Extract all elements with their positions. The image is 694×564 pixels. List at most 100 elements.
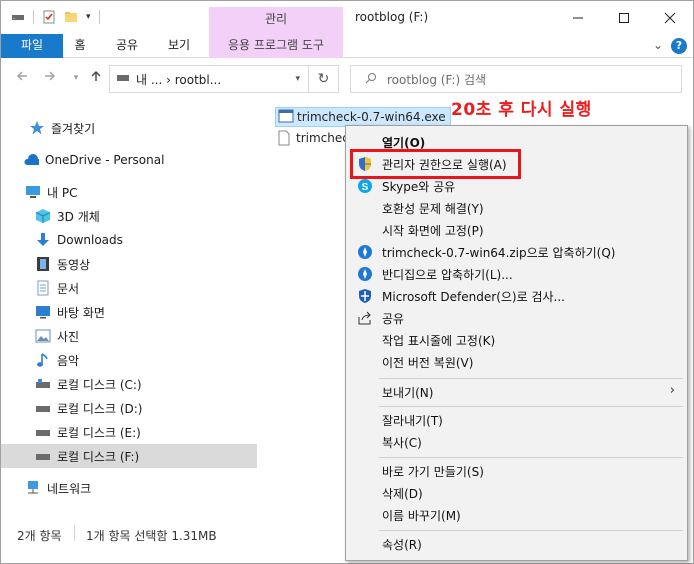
menu-label: 반디집으로 압축하기(L)... (382, 268, 513, 282)
svg-text:S: S (362, 182, 369, 193)
menu-label: 바로 가기 만들기(S) (382, 465, 484, 479)
list-item[interactable]: trimcheck (275, 128, 356, 148)
nav-label: 바탕 화면 (57, 305, 105, 320)
menu-item-bandizip[interactable]: 반디집으로 압축하기(L)... (348, 263, 685, 285)
tab-home[interactable]: 홈 (63, 34, 97, 58)
nav-label: 사진 (57, 329, 80, 344)
search-box[interactable]: rootblog (F:) 검색 (350, 65, 682, 93)
menu-divider (379, 378, 683, 379)
chevron-down-icon[interactable]: ▾ (295, 74, 300, 84)
nav-item-this-pc[interactable]: 내 PC (1, 180, 257, 204)
computer-icon (25, 184, 41, 200)
nav-label: 3D 개체 (57, 209, 100, 224)
menu-label: Microsoft Defender(으)로 검사... (382, 290, 565, 304)
toolbar-divider (98, 10, 100, 24)
refresh-button[interactable]: ↻ (309, 65, 339, 93)
contextual-tab-group-label: 관리 (209, 7, 343, 34)
breadcrumb[interactable]: 내 ... › rootbl... (136, 71, 221, 88)
tab-file[interactable]: 파일 (1, 34, 63, 58)
nav-item-drive-d[interactable]: 로컬 디스크 (D:) (1, 396, 257, 420)
menu-item-zip-to[interactable]: trimcheck-0.7-win64.zip으로 압축하기(Q) (348, 241, 685, 263)
search-icon (365, 72, 377, 87)
list-item[interactable]: trimcheck-0.7-win64.exe (275, 107, 451, 127)
window-title: rootblog (F:) (355, 10, 429, 24)
menu-item-defender[interactable]: Microsoft Defender(으)로 검사... (348, 285, 685, 307)
navigation-pane: 즐겨찾기 OneDrive - Personal 내 PC 3D 개체 Down… (1, 101, 263, 515)
menu-item-compatibility[interactable]: 호환성 문제 해결(Y) (348, 197, 685, 219)
nav-item-quick-access[interactable]: 즐겨찾기 (1, 116, 257, 140)
nav-label: 로컬 디스크 (C:) (57, 377, 142, 392)
nav-label: 내 PC (47, 185, 78, 200)
nav-item-music[interactable]: 음악 (1, 348, 257, 372)
menu-item-copy[interactable]: 복사(C) (348, 431, 685, 453)
drive-icon[interactable] (11, 10, 25, 24)
close-button[interactable] (647, 1, 693, 34)
new-folder-icon[interactable] (64, 10, 78, 24)
menu-item-cut[interactable]: 잘라내기(T) (348, 409, 685, 431)
customize-toolbar-icon[interactable]: ▾ (86, 12, 91, 22)
nav-item-pictures[interactable]: 사진 (1, 324, 257, 348)
back-button[interactable] (13, 69, 31, 87)
menu-item-create-shortcut[interactable]: 바로 가기 만들기(S) (348, 460, 685, 482)
quick-access-toolbar: ▾ (11, 10, 100, 24)
title-bar: ▾ 관리 rootblog (F:) (1, 1, 693, 34)
nav-item-drive-c[interactable]: 로컬 디스크 (C:) (1, 372, 257, 396)
tab-application-tools[interactable]: 응용 프로그램 도구 (209, 34, 343, 58)
expand-ribbon-icon[interactable]: ⌄ (653, 38, 663, 52)
address-bar[interactable]: 내 ... › rootbl... ▾ (109, 65, 309, 93)
cloud-icon (23, 152, 39, 168)
nav-label: Downloads (57, 233, 123, 247)
forward-button[interactable] (41, 69, 59, 87)
properties-icon[interactable] (42, 10, 56, 24)
up-button[interactable] (87, 69, 105, 87)
minimize-button[interactable] (555, 1, 601, 34)
bandizip-icon (357, 266, 373, 282)
nav-item-downloads[interactable]: Downloads (1, 228, 257, 252)
menu-item-pin-start[interactable]: 시작 화면에 고정(P) (348, 219, 685, 241)
tab-share[interactable]: 공유 (107, 34, 147, 58)
ribbon-tabs: 파일 홈 공유 보기 응용 프로그램 도구 ⌄ ? (1, 34, 693, 58)
nav-item-documents[interactable]: 문서 (1, 276, 257, 300)
menu-label: Skype와 공유 (382, 180, 456, 194)
menu-label: 시작 화면에 고정(P) (382, 224, 484, 238)
menu-label: 작업 표시줄에 고정(K) (382, 334, 496, 348)
arrow-up-icon (91, 71, 101, 81)
drive-icon (35, 424, 51, 440)
menu-item-pin-taskbar[interactable]: 작업 표시줄에 고정(K) (348, 329, 685, 351)
menu-item-restore[interactable]: 이전 버전 복원(V) (348, 351, 685, 373)
arrow-left-icon (17, 71, 27, 81)
menu-item-rename[interactable]: 이름 바꾸기(M) (348, 504, 685, 526)
menu-item-share[interactable]: 공유 (348, 307, 685, 329)
help-icon[interactable]: ? (671, 38, 687, 54)
defender-icon (357, 288, 373, 304)
menu-divider (379, 406, 683, 407)
menu-item-send-to[interactable]: 보내기(N) › (348, 381, 685, 403)
menu-item-delete[interactable]: 삭제(D) (348, 482, 685, 504)
nav-label: 문서 (57, 281, 80, 296)
nav-item-drive-f[interactable]: 로컬 디스크 (F:) (1, 444, 257, 468)
menu-label: trimcheck-0.7-win64.zip으로 압축하기(Q) (382, 246, 616, 260)
network-icon (25, 480, 41, 496)
nav-item-drive-e[interactable]: 로컬 디스크 (E:) (1, 420, 257, 444)
file-explorer-window: ▾ 관리 rootblog (F:) 파일 홈 공유 보기 응용 프로그램 도구… (0, 0, 694, 564)
menu-item-properties[interactable]: 속성(R) (348, 533, 685, 555)
menu-label: 공유 (382, 312, 405, 326)
minimize-icon (573, 17, 583, 18)
drive-icon (35, 448, 51, 464)
selection-info: 1개 항목 선택함 1.31MB (86, 529, 217, 543)
nav-item-desktop[interactable]: 바탕 화면 (1, 300, 257, 324)
download-icon (35, 232, 51, 248)
drive-icon (35, 376, 51, 392)
tab-view[interactable]: 보기 (157, 34, 201, 58)
toolbar-divider (33, 10, 34, 24)
nav-item-onedrive[interactable]: OneDrive - Personal (1, 148, 257, 172)
nav-item-network[interactable]: 네트워크 (1, 476, 257, 500)
recent-locations-button[interactable]: ▾ (67, 69, 85, 87)
annotation-text: 20초 후 다시 실행 (451, 100, 592, 120)
search-input[interactable]: rootblog (F:) 검색 (387, 71, 486, 88)
nav-item-videos[interactable]: 동영상 (1, 252, 257, 276)
maximize-button[interactable] (601, 1, 647, 34)
menu-divider (379, 457, 683, 458)
nav-item-3d-objects[interactable]: 3D 개체 (1, 204, 257, 228)
close-icon (664, 12, 676, 23)
